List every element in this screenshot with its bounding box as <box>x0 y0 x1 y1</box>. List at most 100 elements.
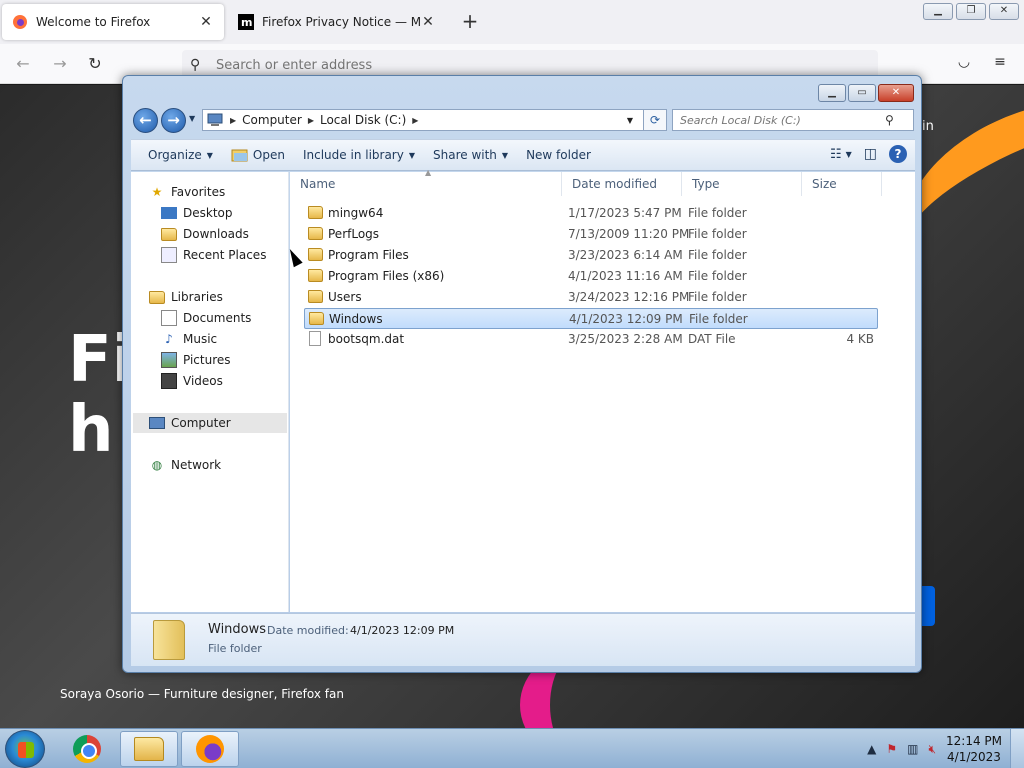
view-details-icon[interactable]: ☷ <box>830 147 842 162</box>
table-row[interactable]: mingw64 1/17/2023 5:47 PM File folder <box>304 203 878 224</box>
row-date: 3/25/2023 2:28 AM <box>568 332 683 346</box>
close-button[interactable]: ✕ <box>989 3 1019 20</box>
new-folder-button[interactable]: New folder <box>517 148 600 162</box>
table-row[interactable]: PerfLogs 7/13/2009 11:20 PM File folder <box>304 224 878 245</box>
folder-icon <box>309 312 324 325</box>
navigation-pane: ★ Favorites Desktop Downloads Recent Pla… <box>131 172 289 612</box>
breadcrumb-computer[interactable]: Computer <box>242 113 302 127</box>
explorer-maximize-button[interactable]: ▭ <box>848 84 876 102</box>
nav-pictures[interactable]: Pictures <box>161 350 231 370</box>
taskbar-chrome[interactable] <box>58 731 116 767</box>
tab-close-icon[interactable]: ✕ <box>198 14 214 30</box>
nav-favorites[interactable]: ★ Favorites <box>149 182 226 202</box>
start-button[interactable] <box>5 730 45 768</box>
show-desktop-button[interactable] <box>1010 729 1024 768</box>
nav-computer[interactable]: Computer <box>133 413 287 433</box>
taskbar-firefox[interactable] <box>181 731 239 767</box>
pocket-icon[interactable]: ◡ <box>953 54 975 76</box>
back-arrow-icon[interactable]: ← <box>12 54 34 76</box>
back-button[interactable]: ← <box>133 108 158 133</box>
address-bar[interactable]: ▶ Computer ▶ Local Disk (C:) ▶ ▼ <box>202 109 666 131</box>
desktop-icon <box>161 207 177 219</box>
minimize-button[interactable]: ▁ <box>923 3 953 20</box>
refresh-icon[interactable]: ⟳ <box>643 109 667 131</box>
mozilla-icon: m <box>238 14 254 30</box>
row-type: File folder <box>688 206 747 220</box>
nav-network[interactable]: ◍ Network <box>149 455 221 475</box>
tab-welcome[interactable]: Welcome to Firefox ✕ <box>2 4 224 40</box>
nav-downloads[interactable]: Downloads <box>161 224 249 244</box>
column-header-date[interactable]: Date modified <box>562 172 682 196</box>
tab-close-icon[interactable]: ✕ <box>420 14 436 30</box>
network-icon: ◍ <box>151 458 163 472</box>
open-button[interactable]: Open <box>222 148 294 162</box>
view-dropdown-icon[interactable]: ▼ <box>846 150 852 159</box>
row-name: Users <box>328 290 362 304</box>
row-date: 3/23/2023 6:14 AM <box>568 248 683 262</box>
column-header-size[interactable]: Size <box>802 172 882 196</box>
nav-videos[interactable]: Videos <box>161 371 223 391</box>
table-row[interactable]: Users 3/24/2023 12:16 PM File folder <box>304 287 878 308</box>
network-status-icon[interactable]: ▥ <box>907 742 918 756</box>
breadcrumb-separator-icon[interactable]: ▶ <box>308 116 314 125</box>
preview-pane-icon[interactable]: ◫ <box>864 146 877 162</box>
search-box[interactable]: ⚲ <box>672 109 914 131</box>
row-date: 3/24/2023 12:16 PM <box>568 290 690 304</box>
explorer-window-controls: ▁ ▭ ✕ <box>818 84 914 102</box>
nav-documents[interactable]: Documents <box>161 308 251 328</box>
share-with-label: Share with <box>433 148 497 162</box>
breadcrumb-separator-icon[interactable]: ▶ <box>412 116 418 125</box>
breadcrumb-local-disk[interactable]: Local Disk (C:) <box>320 113 406 127</box>
view-controls: ☷ ▼ ◫ ? <box>830 145 907 163</box>
organize-button[interactable]: Organize ▼ <box>139 148 222 162</box>
forward-button[interactable]: → <box>161 108 186 133</box>
table-row[interactable]: Program Files (x86) 4/1/2023 11:16 AM File… <box>304 266 878 287</box>
details-type: File folder <box>208 642 262 655</box>
table-row[interactable]: Program Files 3/23/2023 6:14 AM File folde… <box>304 245 878 266</box>
firefox-icon <box>196 735 224 763</box>
details-pane: Windows Date modified: 4/1/2023 12:09 PM… <box>131 613 915 666</box>
clock[interactable]: 12:14 PM 4/1/2023 <box>946 733 1002 765</box>
show-hidden-icons[interactable]: ▲ <box>867 742 876 756</box>
action-center-flag-icon[interactable]: ⚑ <box>886 742 897 756</box>
tab-privacy-notice[interactable]: m Firefox Privacy Notice — Mozilla ✕ <box>228 4 446 40</box>
search-icon[interactable]: ⚲ <box>885 113 894 127</box>
column-header-type[interactable]: Type <box>682 172 802 196</box>
explorer-minimize-button[interactable]: ▁ <box>818 84 846 102</box>
new-tab-button[interactable]: + <box>458 10 482 34</box>
nav-desktop[interactable]: Desktop <box>161 203 233 223</box>
address-dropdown-icon[interactable]: ▼ <box>627 116 633 125</box>
taskbar-explorer[interactable] <box>120 731 178 767</box>
table-row[interactable]: bootsqm.dat 3/25/2023 2:28 AM DAT File 4 KB <box>304 329 878 350</box>
clock-date: 4/1/2023 <box>947 750 1001 764</box>
recent-pages-chevron-icon[interactable]: ▼ <box>189 114 195 123</box>
explorer-close-button[interactable]: ✕ <box>878 84 914 102</box>
include-in-library-label: Include in library <box>302 148 404 162</box>
share-with-button[interactable]: Share with ▼ <box>424 148 517 162</box>
url-input[interactable] <box>216 57 816 73</box>
nav-music[interactable]: ♪ Music <box>161 329 217 349</box>
row-type: File folder <box>688 290 747 304</box>
nav-libraries[interactable]: Libraries <box>149 287 223 307</box>
firefox-tab-bar: Welcome to Firefox ✕ m Firefox Privacy N… <box>0 0 1024 44</box>
volume-muted-icon[interactable]: 🔇︎ <box>928 742 936 757</box>
search-input[interactable] <box>680 113 885 127</box>
restore-button[interactable]: ❐ <box>956 3 986 20</box>
new-folder-label: New folder <box>526 148 591 162</box>
open-label: Open <box>252 148 285 162</box>
nav-recent-places[interactable]: Recent Places <box>161 245 266 265</box>
search-icon: ⚲ <box>190 57 201 73</box>
star-icon: ★ <box>151 185 163 199</box>
table-row[interactable]: Windows 4/1/2023 12:09 PM File folder <box>304 308 878 329</box>
include-in-library-button[interactable]: Include in library ▼ <box>294 148 424 162</box>
videos-icon <box>161 373 177 389</box>
breadcrumb-separator-icon[interactable]: ▶ <box>230 116 236 125</box>
reload-icon[interactable]: ↻ <box>84 54 106 76</box>
system-tray: ▲ ⚑ ▥ 🔇︎ 12:14 PM 4/1/2023 <box>867 729 1024 768</box>
row-date: 7/13/2009 11:20 PM <box>568 227 690 241</box>
hamburger-menu-icon[interactable]: ≡ <box>989 54 1011 76</box>
details-name: Windows <box>208 622 267 637</box>
help-icon[interactable]: ? <box>889 145 907 163</box>
forward-arrow-icon[interactable]: → <box>49 54 71 76</box>
row-name: bootsqm.dat <box>328 332 405 346</box>
